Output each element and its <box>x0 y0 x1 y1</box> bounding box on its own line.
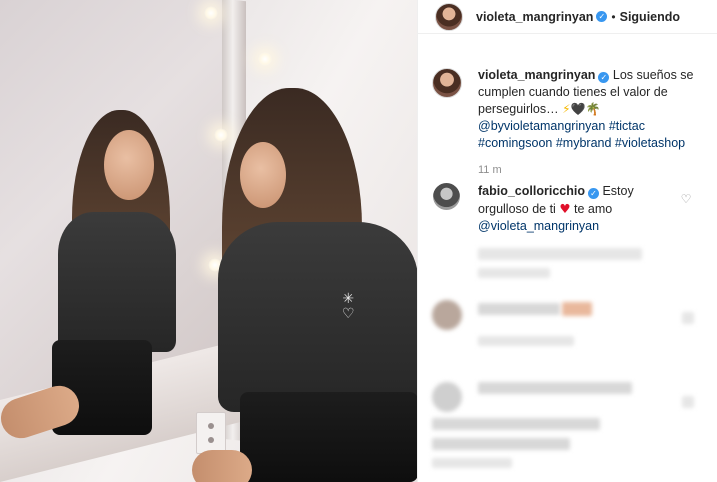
caption-mention-link[interactable]: @byvioletamangrinyan <box>478 119 605 133</box>
wall-socket <box>196 412 226 454</box>
vanity-bulb <box>258 52 272 66</box>
shirt-print: ✳ ♡ <box>342 292 355 322</box>
caption-text-block: violeta_mangrinyan ✓ Los sueños se cumple… <box>478 67 706 152</box>
comment-body-end: te amo <box>574 202 613 216</box>
author-username[interactable]: violeta_mangrinyan <box>476 10 593 24</box>
shirt-print-bottom: ♡ <box>342 306 355 322</box>
person-face <box>240 142 286 208</box>
comment-item: fabio_colloricchio ✓ Estoy orgulloso de t… <box>433 183 703 235</box>
comment-mention-link[interactable]: @violeta_mangrinyan <box>478 219 599 233</box>
commenter-username[interactable]: fabio_colloricchio <box>478 184 585 198</box>
person-hand <box>192 450 252 482</box>
following-button[interactable]: Siguiendo <box>620 10 680 24</box>
hashtag-link[interactable]: #tictac <box>609 119 645 133</box>
header-separator: • <box>611 9 616 24</box>
blurred-comment-meta <box>478 268 550 278</box>
blurred-comment-meta <box>478 336 574 346</box>
blurred-comment-meta <box>432 458 512 468</box>
hashtag-link[interactable]: #violetashop <box>615 136 685 150</box>
caption-timestamp[interactable]: 11 m <box>478 164 502 176</box>
author-avatar[interactable] <box>435 2 463 31</box>
person-shirt <box>218 222 417 412</box>
vanity-bulb <box>204 6 218 20</box>
black-heart-emoji-icon: 🖤 <box>570 102 586 116</box>
blurred-comment-text <box>478 303 560 315</box>
hashtag-link[interactable]: #comingsoon <box>478 136 552 150</box>
vanity-bulb <box>214 128 228 142</box>
blurred-comment-text <box>432 438 570 450</box>
blurred-emoji <box>562 302 592 316</box>
caption-avatar[interactable] <box>432 68 462 98</box>
red-heart-emoji-icon: ♥ <box>559 201 571 216</box>
caption-username[interactable]: violeta_mangrinyan <box>478 68 595 82</box>
verified-badge-icon: ✓ <box>587 188 599 199</box>
shirt-print-top: ✳ <box>342 291 355 307</box>
blurred-comment-text <box>432 418 600 430</box>
blurred-like-icon <box>682 312 694 324</box>
commenter-avatar[interactable] <box>433 183 460 210</box>
reflection-shirt <box>58 212 176 352</box>
blurred-comment-text <box>478 248 642 260</box>
blurred-like-icon <box>682 396 694 408</box>
hashtag-link[interactable]: #mybrand <box>556 136 612 150</box>
verified-badge-icon: ✓ <box>596 11 608 22</box>
comment-text-block: fabio_colloricchio ✓ Estoy orgulloso de t… <box>478 183 668 235</box>
verified-badge-icon: ✓ <box>598 72 610 83</box>
post-photo[interactable]: ✳ ♡ <box>0 0 417 482</box>
blurred-commenter-avatar <box>432 300 462 330</box>
post-caption: violeta_mangrinyan ✓ Los sueños se cumple… <box>432 67 712 152</box>
person-skirt <box>240 392 417 482</box>
lightning-emoji-icon: ⚡ <box>562 102 571 116</box>
post-header: violeta_mangrinyan ✓ • Siguiendo <box>418 0 717 34</box>
blurred-comment-text <box>478 382 632 394</box>
instagram-post: ✳ ♡ violeta_mangrinyan ✓ • Siguiendo vio… <box>0 0 717 482</box>
palm-tree-emoji-icon: 🌴 <box>585 102 601 116</box>
reflection-face <box>104 130 154 200</box>
heart-outline-icon[interactable]: ♡ <box>679 192 693 206</box>
blurred-commenter-avatar <box>432 382 462 412</box>
